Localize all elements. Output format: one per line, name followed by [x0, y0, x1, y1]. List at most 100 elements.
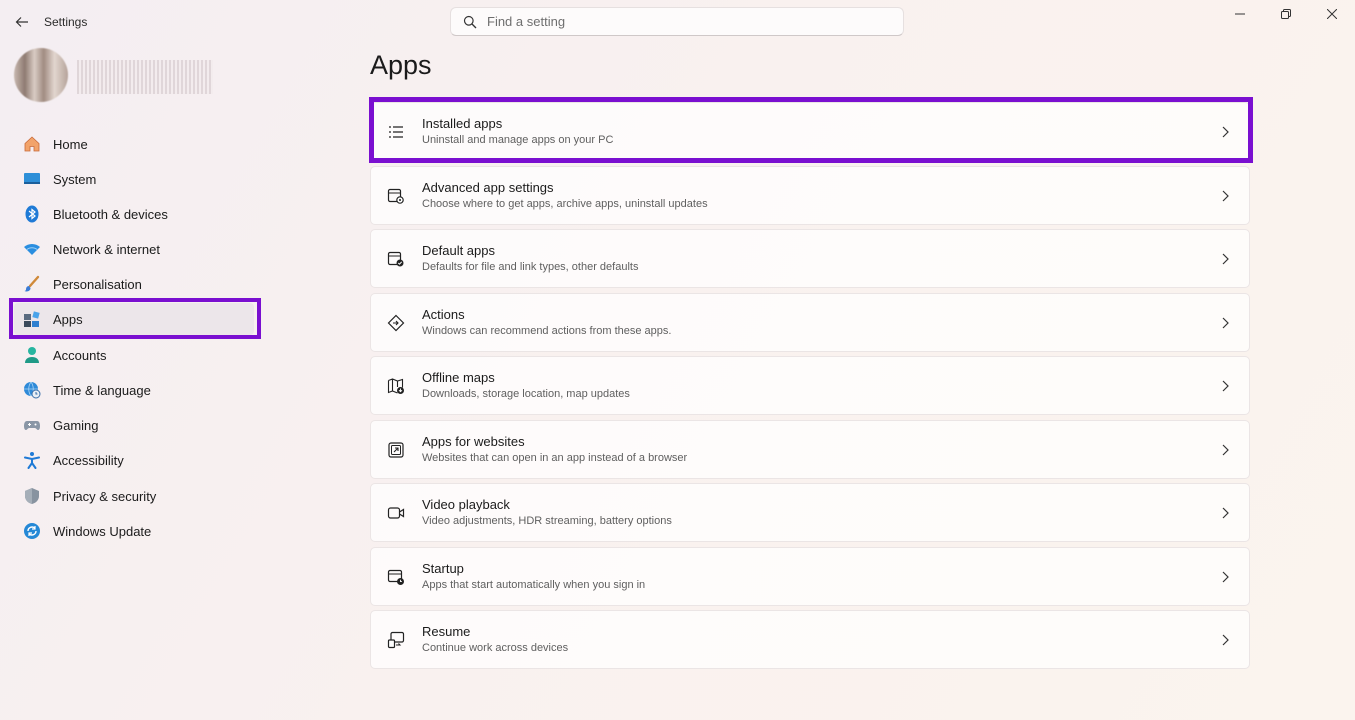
card-description: Apps that start automatically when you s… — [422, 579, 646, 591]
restore-icon — [1281, 9, 1291, 19]
chevron-right-icon — [1219, 317, 1231, 329]
chevron-right-icon — [1219, 126, 1231, 138]
card-title: Default apps — [422, 243, 495, 258]
close-button[interactable] — [1309, 0, 1355, 28]
card-title: Apps for websites — [422, 434, 525, 449]
search-box[interactable] — [450, 7, 904, 36]
card-advanced-app-settings[interactable]: Advanced app settings Choose where to ge… — [370, 166, 1250, 225]
sidebar-item-personalisation[interactable]: Personalisation — [14, 268, 254, 300]
card-description: Continue work across devices — [422, 642, 569, 654]
card-default-apps[interactable]: Default apps Defaults for file and link … — [370, 229, 1250, 288]
sidebar-item-network[interactable]: Network & internet — [14, 233, 254, 265]
sidebar-item-bluetooth[interactable]: Bluetooth & devices — [14, 198, 254, 230]
chevron-right-icon — [1219, 571, 1231, 583]
globe-clock-icon — [22, 380, 42, 400]
sidebar-item-label: Personalisation — [53, 276, 142, 292]
open-external-icon — [386, 440, 406, 460]
sidebar-item-system[interactable]: System — [14, 163, 254, 195]
back-arrow-icon — [15, 17, 28, 27]
card-startup[interactable]: Startup Apps that start automatically wh… — [370, 547, 1250, 606]
apps-icon — [22, 309, 42, 329]
app-settings-icon — [386, 186, 406, 206]
card-actions[interactable]: Actions Windows can recommend actions fr… — [370, 293, 1250, 352]
card-description: Uninstall and manage apps on your PC — [422, 134, 614, 146]
card-title: Actions — [422, 307, 465, 322]
page-title: Apps — [370, 50, 432, 80]
sidebar-item-accounts[interactable]: Accounts — [14, 339, 254, 371]
home-icon — [22, 134, 42, 154]
card-text: Video playback Video adjustments, HDR st… — [422, 497, 1219, 528]
card-title: Startup — [422, 561, 464, 576]
card-apps-for-websites[interactable]: Apps for websites Websites that can open… — [370, 420, 1250, 479]
card-text: Advanced app settings Choose where to ge… — [422, 180, 1219, 211]
card-video-playback[interactable]: Video playback Video adjustments, HDR st… — [370, 483, 1250, 542]
sidebar-item-label: Apps — [53, 311, 83, 327]
list-icon — [386, 122, 406, 142]
sidebar-item-label: Time & language — [53, 382, 151, 398]
sidebar-item-label: Bluetooth & devices — [53, 206, 168, 222]
sidebar-item-label: Privacy & security — [53, 488, 157, 504]
user-name-blurred — [77, 60, 213, 94]
sidebar-item-label: Gaming — [53, 417, 99, 433]
card-text: Resume Continue work across devices — [422, 624, 1219, 655]
card-text: Default apps Defaults for file and link … — [422, 243, 1219, 274]
sidebar-item-label: Accessibility — [53, 452, 124, 468]
card-description: Downloads, storage location, map updates — [422, 388, 630, 400]
sidebar-item-windows-update[interactable]: Windows Update — [14, 515, 254, 547]
brush-icon — [22, 274, 42, 294]
sidebar-item-privacy[interactable]: Privacy & security — [14, 480, 254, 512]
search-input[interactable] — [487, 14, 887, 29]
card-text: Apps for websites Websites that can open… — [422, 434, 1219, 465]
sidebar-item-label: Network & internet — [53, 241, 160, 257]
default-apps-icon — [386, 249, 406, 269]
card-text: Actions Windows can recommend actions fr… — [422, 307, 1219, 338]
card-description: Video adjustments, HDR streaming, batter… — [422, 515, 672, 527]
card-offline-maps[interactable]: Offline maps Downloads, storage location… — [370, 356, 1250, 415]
system-icon — [22, 169, 42, 189]
map-icon — [386, 376, 406, 396]
accessibility-icon — [22, 450, 42, 470]
minimize-button[interactable] — [1217, 0, 1263, 28]
chevron-right-icon — [1219, 380, 1231, 392]
card-installed-apps[interactable]: Installed apps Uninstall and manage apps… — [370, 102, 1250, 161]
sidebar-item-apps[interactable]: Apps — [14, 303, 254, 335]
chevron-right-icon — [1219, 253, 1231, 265]
card-description: Defaults for file and link types, other … — [422, 261, 639, 273]
chevron-right-icon — [1219, 634, 1231, 646]
sidebar-item-gaming[interactable]: Gaming — [14, 409, 254, 441]
chevron-right-icon — [1219, 444, 1231, 456]
minimize-icon — [1235, 13, 1245, 15]
search-icon — [463, 15, 477, 28]
card-text: Startup Apps that start automatically wh… — [422, 561, 1219, 592]
card-title: Resume — [422, 624, 471, 639]
bluetooth-icon — [22, 204, 42, 224]
actions-icon — [386, 313, 406, 333]
sidebar-item-label: Accounts — [53, 347, 107, 363]
card-title: Offline maps — [422, 370, 495, 385]
resume-icon — [386, 630, 406, 650]
card-title: Installed apps — [422, 116, 503, 131]
startup-icon — [386, 567, 406, 587]
sidebar-item-label: Windows Update — [53, 523, 152, 539]
title-bar: Settings — [0, 0, 1355, 44]
window-controls — [1217, 0, 1355, 28]
card-description: Windows can recommend actions from these… — [422, 325, 672, 337]
card-title: Advanced app settings — [422, 180, 554, 195]
gamepad-icon — [22, 415, 42, 435]
back-button[interactable] — [12, 12, 32, 32]
app-title: Settings — [44, 15, 88, 29]
card-title: Video playback — [422, 497, 510, 512]
card-text: Offline maps Downloads, storage location… — [422, 370, 1219, 401]
person-icon — [22, 345, 42, 365]
sidebar-item-home[interactable]: Home — [14, 128, 254, 160]
video-icon — [386, 503, 406, 523]
restore-button[interactable] — [1263, 0, 1309, 28]
sidebar-item-time-language[interactable]: Time & language — [14, 374, 254, 406]
chevron-right-icon — [1219, 507, 1231, 519]
card-resume[interactable]: Resume Continue work across devices — [370, 610, 1250, 669]
update-icon — [22, 521, 42, 541]
close-icon — [1327, 9, 1337, 19]
sidebar-item-accessibility[interactable]: Accessibility — [14, 444, 254, 476]
sidebar-item-label: System — [53, 171, 97, 187]
avatar[interactable] — [14, 48, 68, 102]
